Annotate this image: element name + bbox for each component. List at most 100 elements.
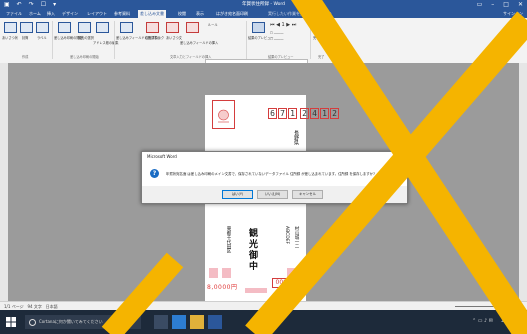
title-bar: ▣ ↶ ↷ ☐ ▾ 年賀状住所録 - Word ▭ – □ ✕ <box>0 0 527 9</box>
preview-results-button[interactable] <box>252 22 265 33</box>
dialog-button-bar: はい(Y) いいえ(N) キャンセル <box>142 186 407 203</box>
window-controls: ▭ – □ ✕ <box>477 0 523 9</box>
tab-view[interactable]: 表示 <box>194 10 206 17</box>
placeholder-box <box>287 268 296 278</box>
finish-merge-label: 完了と差し込み <box>313 36 336 40</box>
sign-in-link[interactable]: サインイン <box>503 10 523 17</box>
sender-address: 東都千代田区 <box>226 226 231 253</box>
close-icon[interactable]: ✕ <box>518 0 523 9</box>
vertical-ruler <box>0 63 8 301</box>
record-nav-controls[interactable]: ⏮ ◀ 1 ▶ ⏭ <box>270 23 296 28</box>
dialog-message: 年賀状宛名面 は差し込み印刷のメイン文書で、保存されていないデータファイル 住所… <box>166 172 375 176</box>
tab-home[interactable]: ホーム <box>27 10 43 17</box>
ribbon-tabs: ファイル ホーム 挿入 デザイン レイアウト 参考資料 差し込み文書 校閲 表示… <box>0 9 527 18</box>
tab-design[interactable]: デザイン <box>60 10 80 17</box>
group-separator <box>310 21 311 59</box>
question-icon: ? <box>150 169 159 178</box>
rules-button[interactable]: ルール <box>208 23 218 27</box>
group-finish-label: 完了 <box>318 55 325 59</box>
word-window: ▣ ↶ ↷ ☐ ▾ 年賀状住所録 - Word ▭ – □ ✕ ファイル ホーム… <box>0 0 527 334</box>
recipient-address: 長野県 <box>293 130 299 145</box>
address-block-button[interactable] <box>146 22 159 33</box>
envelope-button[interactable] <box>20 22 33 33</box>
insert-merge-field-button[interactable] <box>186 22 199 33</box>
sender-line: ABCDEF <box>284 226 289 245</box>
tab-references[interactable]: 参考資料 <box>112 10 132 17</box>
ribbon-display-icon[interactable]: ▭ <box>477 0 483 9</box>
labels-label: ラベル <box>37 36 47 40</box>
page-count[interactable]: 1/1 ページ <box>4 304 24 309</box>
zoom-slider[interactable] <box>455 306 505 307</box>
greeting-line-button[interactable] <box>166 22 179 33</box>
tab-review[interactable]: 校閲 <box>176 10 188 17</box>
postal-digit: 2 <box>330 108 339 119</box>
language-indicator[interactable]: 日本語 <box>46 304 58 309</box>
group-separator <box>52 21 53 59</box>
cancel-button[interactable]: キャンセル <box>292 190 323 199</box>
greeting-card-label: あいさつ状 <box>2 36 18 40</box>
check-errors-link[interactable]: ☐ ――― <box>270 37 283 41</box>
group-create-label: 作成 <box>22 55 29 59</box>
edge-icon[interactable] <box>172 315 186 329</box>
no-button[interactable]: いいえ(N) <box>257 190 288 199</box>
word-taskbar-icon[interactable] <box>208 315 222 329</box>
sender-postal-code: 000000 <box>272 278 302 288</box>
dialog-title: Microsoft Word <box>147 154 177 159</box>
stamp-illustration-icon <box>218 109 229 123</box>
insert-merge-field-label: 差し込みフィールドの挿入 <box>180 41 219 45</box>
find-recipient-link[interactable]: ☐ ――― <box>270 31 283 35</box>
tab-postcard[interactable]: はがき宛名面印刷 <box>214 10 250 17</box>
placeholder-box <box>209 268 218 278</box>
file-explorer-icon[interactable] <box>190 315 204 329</box>
postal-digit: 1 <box>320 108 329 119</box>
postal-digit: 2 <box>300 108 309 119</box>
postal-digit: 4 <box>310 108 319 119</box>
envelope-label: 封筒 <box>22 36 29 40</box>
postage-stamp <box>212 100 235 129</box>
clock-date: 2016/09/... <box>501 318 523 323</box>
select-recipients-button[interactable] <box>78 22 91 33</box>
word-count[interactable]: 94 文字 <box>27 304 41 309</box>
search-icon <box>29 319 36 326</box>
cortana-search-box[interactable]: Cortanaに何か聞いてみてください <box>25 315 141 329</box>
edit-recipient-list-button[interactable] <box>96 22 109 33</box>
select-recipients-label: 宛先の選択 <box>78 36 94 40</box>
group-separator <box>246 21 247 59</box>
greeting-line-label: あいさつ文 <box>166 36 182 40</box>
window-title: 年賀状住所録 - Word <box>241 2 286 7</box>
address-block-label: 住所ブロック <box>145 36 165 40</box>
greeting-card-button[interactable] <box>4 22 17 33</box>
task-view-icon[interactable] <box>154 315 168 329</box>
group-start-label: 差し込み印刷の開始 <box>70 55 99 59</box>
tab-file[interactable]: ファイル <box>4 10 24 17</box>
search-placeholder: Cortanaに何か聞いてみてください <box>39 319 103 324</box>
postcard-price: 8,0000円 <box>207 284 238 291</box>
finish-merge-button[interactable] <box>316 22 329 33</box>
ribbon: あいさつ状 封筒 ラベル 作成 差し込み印刷の開始 宛先の選択 アドレス帳の編集… <box>0 18 527 64</box>
lottery-bar <box>245 288 267 293</box>
save-prompt-dialog: Microsoft Word ✕ ? 年賀状宛名面 は差し込み印刷のメイン文書で… <box>141 151 408 204</box>
minimize-icon[interactable]: – <box>491 0 494 9</box>
vertical-scrollbar[interactable] <box>519 63 527 301</box>
maximize-icon[interactable]: □ <box>503 0 509 9</box>
zoom-level[interactable]: 100% <box>510 303 521 310</box>
clock[interactable]: 21:46 2016/09/... <box>501 313 523 323</box>
labels-button[interactable] <box>36 22 49 33</box>
tab-mailings[interactable]: 差し込み文書 <box>138 10 166 18</box>
start-mail-merge-button[interactable] <box>58 22 71 33</box>
sender-name: 村山城一二 <box>294 226 299 249</box>
tell-me-box[interactable]: 実行したい作業を入力してください <box>266 10 334 17</box>
windows-start-icon[interactable] <box>4 315 18 329</box>
tab-layout[interactable]: レイアウト <box>85 10 109 17</box>
highlight-fields-button[interactable] <box>120 22 133 33</box>
tab-insert[interactable]: 挿入 <box>45 10 57 17</box>
recipient-name: 観光御中 <box>247 228 257 272</box>
status-text: 1/1 ページ 94 文字 日本語 <box>4 303 58 310</box>
postal-digit: 7 <box>278 108 287 119</box>
system-tray-icons[interactable]: ⌃ ▭ ♪ ✉ <box>472 318 493 324</box>
close-icon[interactable]: ✕ <box>398 152 403 159</box>
postal-code-boxes: 6 7 1 2 4 1 2 <box>268 108 339 119</box>
group-separator <box>114 21 115 59</box>
yes-button[interactable]: はい(Y) <box>222 190 253 199</box>
windows-taskbar: Cortanaに何か聞いてみてください ⌃ ▭ ♪ ✉ 21:46 2016/0… <box>0 310 527 334</box>
